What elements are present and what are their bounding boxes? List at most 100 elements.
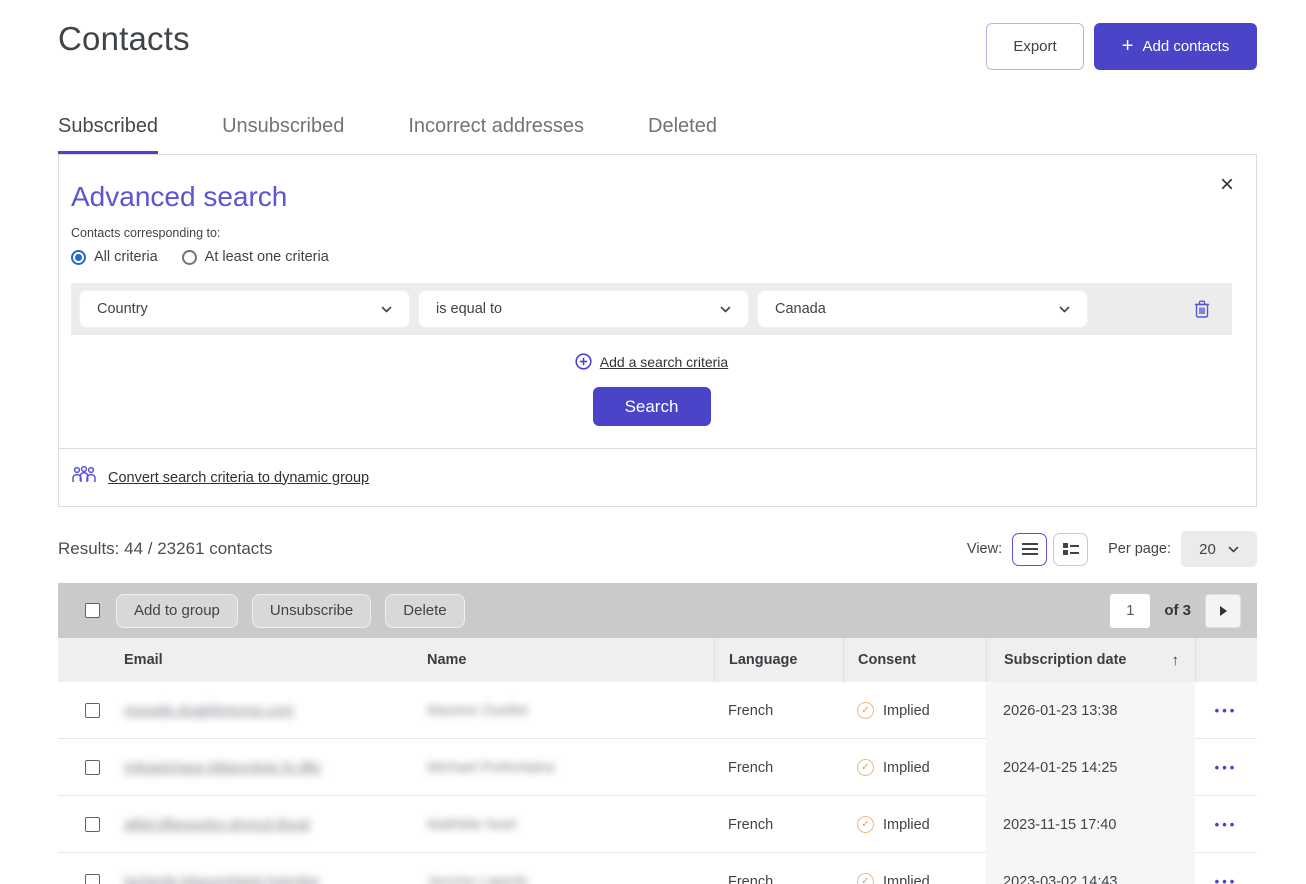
search-button[interactable]: Search xyxy=(593,387,711,426)
export-button[interactable]: Export xyxy=(986,23,1084,70)
per-page-label: Per page: xyxy=(1108,541,1171,557)
row-actions-menu[interactable]: ••• xyxy=(1195,874,1257,884)
header-checkbox-spacer xyxy=(58,638,124,682)
row-actions-menu[interactable]: ••• xyxy=(1195,817,1257,832)
advanced-search-panel: × Advanced search Contacts corresponding… xyxy=(58,154,1257,507)
results-count: Results: 44 / 23261 contacts xyxy=(58,539,273,559)
page-of-label: of 3 xyxy=(1164,602,1191,619)
consent-check-icon: ✓ xyxy=(857,702,874,719)
criteria-field-select[interactable]: Country xyxy=(79,290,410,328)
view-label: View: xyxy=(967,541,1002,557)
consent-label: Implied xyxy=(883,817,930,833)
criteria-operator-select[interactable]: is equal to xyxy=(418,290,749,328)
row-checkbox[interactable] xyxy=(85,874,100,884)
header-actions: Export + Add contacts xyxy=(986,20,1257,70)
per-page-value: 20 xyxy=(1199,541,1216,558)
tab-bar: Subscribed Unsubscribed Incorrect addres… xyxy=(58,115,1257,154)
criteria-mode-radios: All criteria At least one criteria xyxy=(71,249,1232,265)
contact-name: Michael Prefontaine xyxy=(427,760,555,776)
criteria-field-value: Country xyxy=(97,301,148,317)
add-search-criteria-label: Add a search criteria xyxy=(600,354,728,370)
radio-at-least-one-control[interactable] xyxy=(182,250,197,265)
row-actions-menu[interactable]: ••• xyxy=(1195,760,1257,775)
criteria-value-value: Canada xyxy=(775,301,826,317)
table-row: mikaelchase.blitancdole.ht.dlkr Michael … xyxy=(58,739,1257,796)
subscription-date: 2026-01-23 13:38 xyxy=(986,682,1195,739)
plus-icon: + xyxy=(1122,36,1134,56)
column-header-email[interactable]: Email xyxy=(124,638,427,682)
consent-check-icon: ✓ xyxy=(857,816,874,833)
radio-all-criteria-label: All criteria xyxy=(94,249,158,265)
card-view-button[interactable] xyxy=(1053,533,1088,566)
view-toggle-group xyxy=(1012,533,1088,566)
contact-email[interactable]: alttid.tilbesavley.ahnicd.tlesal xyxy=(124,817,310,833)
consent-label: Implied xyxy=(883,703,930,719)
next-page-icon xyxy=(1220,606,1227,616)
chevron-down-icon xyxy=(1059,304,1070,315)
contact-email[interactable]: mosaile.dsajbfsrtcmsi.com xyxy=(124,703,294,719)
page-title: Contacts xyxy=(58,20,190,58)
criteria-row: Country is equal to Canada xyxy=(71,283,1232,335)
subscription-date-label: Subscription date xyxy=(1004,652,1126,668)
contact-name: Maxime Ouellet xyxy=(427,703,528,719)
contact-email[interactable]: laclande.blaosmhtelst.hotrnlier xyxy=(124,874,320,884)
add-search-criteria-link[interactable]: Add a search criteria xyxy=(575,353,728,370)
consent-label: Implied xyxy=(883,760,930,776)
radio-at-least-one-label: At least one criteria xyxy=(205,249,329,265)
trash-icon xyxy=(1194,300,1210,318)
table-row: mosaile.dsajbfsrtcmsi.com Maxime Ouellet… xyxy=(58,682,1257,739)
tab-unsubscribed[interactable]: Unsubscribed xyxy=(222,115,344,154)
add-to-group-button[interactable]: Add to group xyxy=(116,594,238,628)
column-header-name[interactable]: Name xyxy=(427,638,714,682)
chevron-down-icon xyxy=(1228,544,1239,555)
list-view-button[interactable] xyxy=(1012,533,1047,566)
next-page-button[interactable] xyxy=(1205,594,1241,628)
results-bar: Results: 44 / 23261 contacts View: Per p… xyxy=(58,531,1257,567)
add-contacts-button[interactable]: + Add contacts xyxy=(1094,23,1257,70)
table-row: laclande.blaosmhtelst.hotrnlier Jerome L… xyxy=(58,853,1257,884)
convert-to-dynamic-group-link[interactable]: Convert search criteria to dynamic group xyxy=(108,470,369,486)
column-header-actions xyxy=(1195,638,1257,682)
circle-plus-icon xyxy=(575,353,592,370)
sort-ascending-icon[interactable]: ↑ xyxy=(1172,652,1180,669)
contacts-table: Add to group Unsubscribe Delete of 3 Ema… xyxy=(58,583,1257,884)
contact-language: French xyxy=(714,682,843,739)
tab-incorrect-addresses[interactable]: Incorrect addresses xyxy=(408,115,584,154)
column-header-subscription-date[interactable]: Subscription date ↑ xyxy=(986,638,1195,682)
criteria-value-select[interactable]: Canada xyxy=(757,290,1088,328)
bulk-actions-toolbar: Add to group Unsubscribe Delete of 3 xyxy=(58,583,1257,638)
unsubscribe-button[interactable]: Unsubscribe xyxy=(252,594,371,628)
row-actions-menu[interactable]: ••• xyxy=(1195,703,1257,718)
close-icon[interactable]: × xyxy=(1220,173,1234,197)
criteria-operator-value: is equal to xyxy=(436,301,502,317)
per-page-select[interactable]: 20 xyxy=(1181,531,1257,567)
column-header-consent[interactable]: Consent xyxy=(843,638,986,682)
radio-at-least-one-criteria[interactable]: At least one criteria xyxy=(182,249,329,265)
tab-subscribed[interactable]: Subscribed xyxy=(58,115,158,154)
row-checkbox[interactable] xyxy=(85,703,100,718)
contact-email[interactable]: mikaelchase.blitancdole.ht.dlkr xyxy=(124,760,321,776)
page-number-input[interactable] xyxy=(1110,594,1150,628)
advanced-search-title: Advanced search xyxy=(71,181,1232,213)
contact-name: Mathilde Noel xyxy=(427,817,516,833)
tab-deleted[interactable]: Deleted xyxy=(648,115,717,154)
corresponding-label: Contacts corresponding to: xyxy=(71,226,1232,240)
card-view-icon xyxy=(1063,543,1079,555)
delete-button[interactable]: Delete xyxy=(385,594,464,628)
table-row: alttid.tilbesavley.ahnicd.tlesal Mathild… xyxy=(58,796,1257,853)
subscription-date: 2023-11-15 17:40 xyxy=(986,796,1195,853)
chevron-down-icon xyxy=(720,304,731,315)
page-header: Contacts Export + Add contacts xyxy=(58,0,1257,70)
column-header-language[interactable]: Language xyxy=(714,638,843,682)
chevron-down-icon xyxy=(381,304,392,315)
select-all-checkbox[interactable] xyxy=(85,603,100,618)
row-checkbox[interactable] xyxy=(85,760,100,775)
delete-criteria-button[interactable] xyxy=(1194,300,1210,318)
consent-check-icon: ✓ xyxy=(857,873,874,884)
consent-label: Implied xyxy=(883,874,930,884)
subscription-date: 2024-01-25 14:25 xyxy=(986,739,1195,796)
radio-all-criteria[interactable]: All criteria xyxy=(71,249,158,265)
radio-all-criteria-control[interactable] xyxy=(71,250,86,265)
row-checkbox[interactable] xyxy=(85,817,100,832)
subscription-date: 2023-03-02 14:43 xyxy=(986,853,1195,884)
